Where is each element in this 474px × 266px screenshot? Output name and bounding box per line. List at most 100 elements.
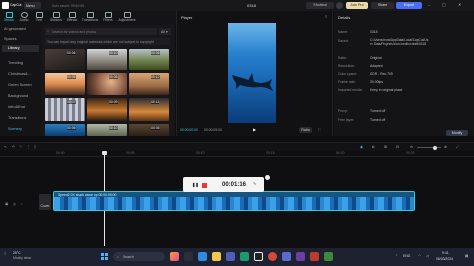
zoom-slider[interactable] bbox=[417, 145, 441, 150]
media-thumbnail[interactable]: 00:10 bbox=[87, 124, 127, 136]
link-icon[interactable]: ⧉ bbox=[372, 145, 374, 149]
capcut-taskbar-icon[interactable] bbox=[254, 252, 263, 261]
media-thumbnail[interactable]: 00:09 bbox=[87, 98, 127, 121]
app-icon[interactable] bbox=[310, 252, 319, 261]
notification-icon[interactable]: ▤ bbox=[465, 254, 468, 258]
redo-icon[interactable]: ↷ bbox=[19, 145, 22, 149]
tray-chevron-icon[interactable]: ⌃ bbox=[395, 254, 398, 258]
weather-icon[interactable]: ☾ bbox=[4, 251, 8, 256]
fit-icon[interactable]: ⤢ bbox=[456, 145, 459, 149]
player-panel: Player ≡ 00:00:00:00 00:00:05:00 ▶ Ratio… bbox=[176, 11, 333, 136]
media-thumbnail[interactable]: 00:06 bbox=[45, 49, 85, 70]
select-tool-icon[interactable]: ↖ bbox=[4, 145, 7, 149]
media-thumbnail[interactable]: 00:12 bbox=[129, 73, 169, 95]
cover-button[interactable]: Cover bbox=[39, 194, 51, 210]
player-menu-icon[interactable]: ≡ bbox=[325, 14, 327, 19]
clock-date[interactable]: 06/03/2024 bbox=[436, 257, 453, 261]
avatar[interactable] bbox=[336, 2, 343, 9]
tab-transitions[interactable]: Transitions bbox=[80, 11, 100, 25]
playhead-handle[interactable] bbox=[102, 151, 107, 155]
weather-desc: Mostly clear bbox=[13, 256, 32, 260]
nav-scenery[interactable]: Scenery bbox=[8, 127, 22, 131]
media-thumbnail[interactable]: 00:08 bbox=[87, 73, 127, 95]
export-button[interactable]: Export bbox=[396, 2, 422, 9]
media-thumbnail[interactable]: 00:05 bbox=[129, 124, 169, 136]
split-icon[interactable]: ⋮ bbox=[27, 145, 30, 149]
record-audio-icon[interactable]: ◉ bbox=[360, 145, 363, 149]
mute-track-icon[interactable]: ♪ bbox=[21, 202, 23, 206]
video-clip[interactable]: Speed2.0X shark close up 00:00:05:00 bbox=[53, 191, 415, 211]
zoom-slider-handle[interactable] bbox=[433, 145, 437, 150]
search-input[interactable]: ⌕ Search for videos and photos bbox=[45, 28, 157, 35]
delete-icon[interactable]: ▯ bbox=[34, 145, 36, 149]
join-pro-button[interactable]: Join Pro bbox=[346, 2, 368, 9]
media-thumbnail[interactable]: 00:07 bbox=[45, 98, 85, 121]
lock-track-icon[interactable]: ▣ bbox=[5, 202, 8, 206]
wifi-icon[interactable]: ◠ bbox=[418, 254, 421, 258]
tab-label: Stickers bbox=[49, 18, 63, 22]
maximize-icon[interactable]: ▢ bbox=[442, 2, 446, 7]
video-preview[interactable] bbox=[228, 23, 276, 123]
nav-library[interactable]: Library bbox=[2, 45, 39, 52]
ruler-label: 00:15 bbox=[266, 151, 275, 155]
nav-christmas[interactable]: Christmas&... bbox=[8, 72, 31, 76]
task-view-icon[interactable] bbox=[184, 252, 193, 261]
tab-effects[interactable]: Effects bbox=[65, 11, 79, 25]
media-thumbnail[interactable]: 00:10 bbox=[87, 49, 127, 70]
thumb-duration: 00:06 bbox=[67, 126, 76, 130]
tab-text[interactable]: Text bbox=[32, 11, 46, 25]
time-ruler[interactable]: 00:00 00:05 00:10 00:15 00:20 00:25 bbox=[0, 151, 474, 157]
nav-spaces[interactable]: Spaces bbox=[4, 37, 17, 41]
preview-axis-icon[interactable]: ⊟ bbox=[396, 145, 399, 149]
stop-icon[interactable] bbox=[202, 182, 207, 188]
tab-audio[interactable]: Audio bbox=[17, 11, 31, 25]
clock-time[interactable]: 9:41 bbox=[442, 251, 449, 255]
discord-icon[interactable] bbox=[282, 252, 291, 261]
edge-browser-icon[interactable] bbox=[198, 252, 207, 261]
store-icon[interactable] bbox=[240, 252, 249, 261]
filter-label: All bbox=[161, 29, 165, 34]
tab-adjustment[interactable]: Adjustment bbox=[116, 11, 138, 25]
tab-stickers[interactable]: Stickers bbox=[48, 11, 64, 25]
media-thumbnail[interactable]: 00:06 bbox=[129, 49, 169, 70]
pause-icon[interactable]: ❚❚ bbox=[192, 182, 199, 187]
app-icon[interactable] bbox=[296, 252, 305, 261]
nav-green-screen[interactable]: Green Screen bbox=[8, 83, 32, 87]
app-icon[interactable] bbox=[324, 252, 333, 261]
chrome-icon[interactable] bbox=[268, 252, 277, 261]
play-icon[interactable]: ▶ bbox=[253, 127, 256, 132]
hide-track-icon[interactable]: ◎ bbox=[13, 202, 16, 206]
language-indicator[interactable]: ENG bbox=[403, 254, 410, 258]
app-photo-icon[interactable] bbox=[170, 252, 179, 261]
shortcut-button[interactable]: Shortcut bbox=[306, 2, 334, 9]
undo-icon[interactable]: ↶ bbox=[12, 145, 15, 149]
menu-button[interactable]: Menu bbox=[24, 2, 41, 9]
zoom-out-icon[interactable]: ⊖ bbox=[410, 145, 413, 149]
taskbar-search[interactable]: ⌕ Search bbox=[113, 252, 165, 261]
modify-button[interactable]: Modify bbox=[446, 130, 468, 136]
filter-dropdown[interactable]: All ▾ bbox=[159, 28, 171, 35]
teams-icon[interactable] bbox=[226, 252, 235, 261]
nav-trending[interactable]: Trending bbox=[8, 61, 23, 65]
close-icon[interactable]: ✕ bbox=[458, 2, 461, 7]
fullscreen-icon[interactable]: ⛶ bbox=[318, 128, 320, 132]
file-explorer-icon[interactable] bbox=[212, 252, 221, 261]
nav-transitions[interactable]: Transitions bbox=[8, 116, 26, 120]
nav-intro-end[interactable]: Intro&End bbox=[8, 105, 25, 109]
share-button[interactable]: Share bbox=[371, 2, 394, 9]
nav-ai-generated[interactable]: AI generated bbox=[4, 27, 26, 31]
draw-icon[interactable]: ✎ bbox=[253, 181, 256, 186]
windows-start-icon[interactable] bbox=[101, 253, 108, 260]
tab-media[interactable]: Media bbox=[2, 11, 16, 25]
media-thumbnail[interactable]: 00:06 bbox=[45, 124, 85, 136]
nav-background[interactable]: Background bbox=[8, 94, 28, 98]
media-thumbnail[interactable]: 00:05 bbox=[45, 73, 85, 95]
tab-filters[interactable]: Filters bbox=[101, 11, 115, 25]
recorder-close-icon[interactable] bbox=[265, 175, 270, 180]
ratio-button[interactable]: Ratio bbox=[299, 127, 312, 133]
snap-icon[interactable]: ⊞ bbox=[384, 145, 387, 149]
media-thumbnail[interactable]: 00:11 bbox=[129, 98, 169, 121]
volume-icon[interactable]: ◁ bbox=[426, 254, 429, 258]
minimize-icon[interactable]: – bbox=[428, 2, 430, 7]
zoom-in-icon[interactable]: ⊕ bbox=[444, 145, 447, 149]
